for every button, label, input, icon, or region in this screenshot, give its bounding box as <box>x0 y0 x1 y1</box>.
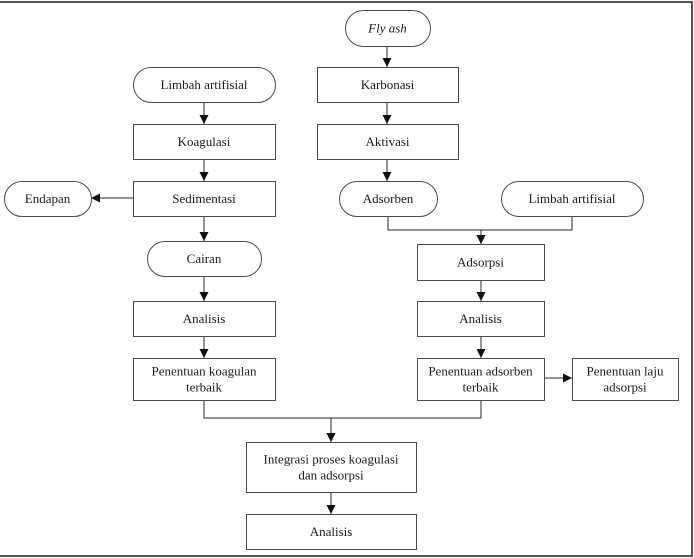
node-label: Endapan <box>25 191 71 206</box>
arrowhead-icon <box>91 193 100 203</box>
edge-limbah-left-to-koagulasi <box>199 102 209 124</box>
arrowhead-icon <box>199 349 209 358</box>
node-analisis-final: Analisis <box>246 514 417 550</box>
arrowhead-icon <box>476 349 486 358</box>
node-koagulasi: Koagulasi <box>133 124 276 160</box>
node-fly-ash: Fly ash <box>345 10 431 47</box>
edge-penentuan-adsorben-to-integrasi <box>326 400 482 442</box>
flowchart: Fly ash Limbah artifisial Karbonasi Koagula… <box>0 1 693 557</box>
nodes: Fly ash Limbah artifisial Karbonasi Koagula… <box>4 10 679 550</box>
connector-line <box>203 400 332 442</box>
connector-line <box>330 400 482 442</box>
arrowhead-icon <box>199 292 209 301</box>
arrowhead-icon <box>563 373 572 383</box>
edge-fly-ash-to-karbonasi <box>382 46 392 67</box>
node-label: Penentuan koagulan <box>151 364 257 379</box>
node-sedimentasi: Sedimentasi <box>133 181 276 217</box>
connector-line <box>387 216 482 244</box>
node-karbonasi: Karbonasi <box>317 67 459 103</box>
node-label: terbaik <box>462 380 499 395</box>
node-label: Karbonasi <box>361 77 415 92</box>
edge-sedimentasi-to-cairan <box>199 216 209 241</box>
arrowhead-icon <box>476 235 486 244</box>
edge-penentuan-koagulan-to-integrasi <box>203 400 336 442</box>
node-label: Penentuan adsorben <box>428 364 533 379</box>
node-limbah-left: Limbah artifisial <box>133 67 276 103</box>
arrowhead-icon <box>326 433 336 442</box>
node-label: Cairan <box>187 251 222 266</box>
edge-koagulasi-to-sedimentasi <box>199 159 209 181</box>
arrowhead-icon <box>326 505 336 514</box>
node-label: Koagulasi <box>178 134 231 149</box>
node-aktivasi: Aktivasi <box>317 124 459 160</box>
node-label: Limbah artifisial <box>528 191 615 206</box>
node-adsorben: Adsorben <box>339 181 438 217</box>
node-label: adsorpsi <box>603 380 647 395</box>
node-label: terbaik <box>186 380 223 395</box>
node-label: Analisis <box>459 311 502 326</box>
node-label: Adsorben <box>363 191 414 206</box>
node-label: Analisis <box>310 524 353 539</box>
node-label: Penentuan laju <box>587 364 664 379</box>
node-analisis-left: Analisis <box>133 301 276 337</box>
edge-karbonasi-to-aktivasi <box>382 102 392 124</box>
node-penentuan-koagulan: Penentuan koagulanterbaik <box>133 358 276 401</box>
edge-analisis-right-to-penentuan-adsorben <box>476 336 486 358</box>
edge-aktivasi-to-adsorben <box>382 159 392 181</box>
node-label: Limbah artifisial <box>160 77 247 92</box>
edge-analisis-left-to-penentuan-koagulan <box>199 336 209 358</box>
node-limbah-right: Limbah artifisial <box>501 181 644 217</box>
edge-adsorpsi-to-analisis-right <box>476 280 486 301</box>
edge-sedimentasi-to-endapan <box>91 193 133 203</box>
node-label: dan adsorpsi <box>298 468 364 483</box>
node-label: Analisis <box>183 311 226 326</box>
edge-adsorben-to-adsorpsi <box>387 216 486 244</box>
node-penentuan-laju: Penentuan lajuadsorpsi <box>572 358 679 401</box>
arrowhead-icon <box>382 115 392 124</box>
node-integrasi: Integrasi proses koagulasidan adsorpsi <box>246 442 417 493</box>
node-label: Aktivasi <box>365 134 409 149</box>
node-adsorpsi: Adsorpsi <box>417 244 545 281</box>
edge-limbah-right-to-adsorpsi <box>476 216 573 244</box>
arrowhead-icon <box>199 232 209 241</box>
node-endapan: Endapan <box>4 181 92 217</box>
edge-penentuan-adsorben-to-penentuan-laju <box>544 373 572 383</box>
arrowhead-icon <box>476 292 486 301</box>
node-label: Adsorpsi <box>457 255 504 270</box>
arrowhead-icon <box>199 172 209 181</box>
arrowhead-icon <box>382 58 392 67</box>
node-label: Sedimentasi <box>172 191 236 206</box>
node-penentuan-adsorben: Penentuan adsorbenterbaik <box>417 358 545 401</box>
arrowhead-icon <box>199 115 209 124</box>
connector-line <box>480 216 573 244</box>
edge-integrasi-to-analisis-final <box>326 492 336 514</box>
edge-cairan-to-analisis-left <box>199 276 209 301</box>
node-analisis-right: Analisis <box>417 301 545 337</box>
node-label: Integrasi proses koagulasi <box>263 452 398 467</box>
arrowhead-icon <box>382 172 392 181</box>
node-cairan: Cairan <box>147 241 262 277</box>
node-label: Fly ash <box>367 21 407 36</box>
